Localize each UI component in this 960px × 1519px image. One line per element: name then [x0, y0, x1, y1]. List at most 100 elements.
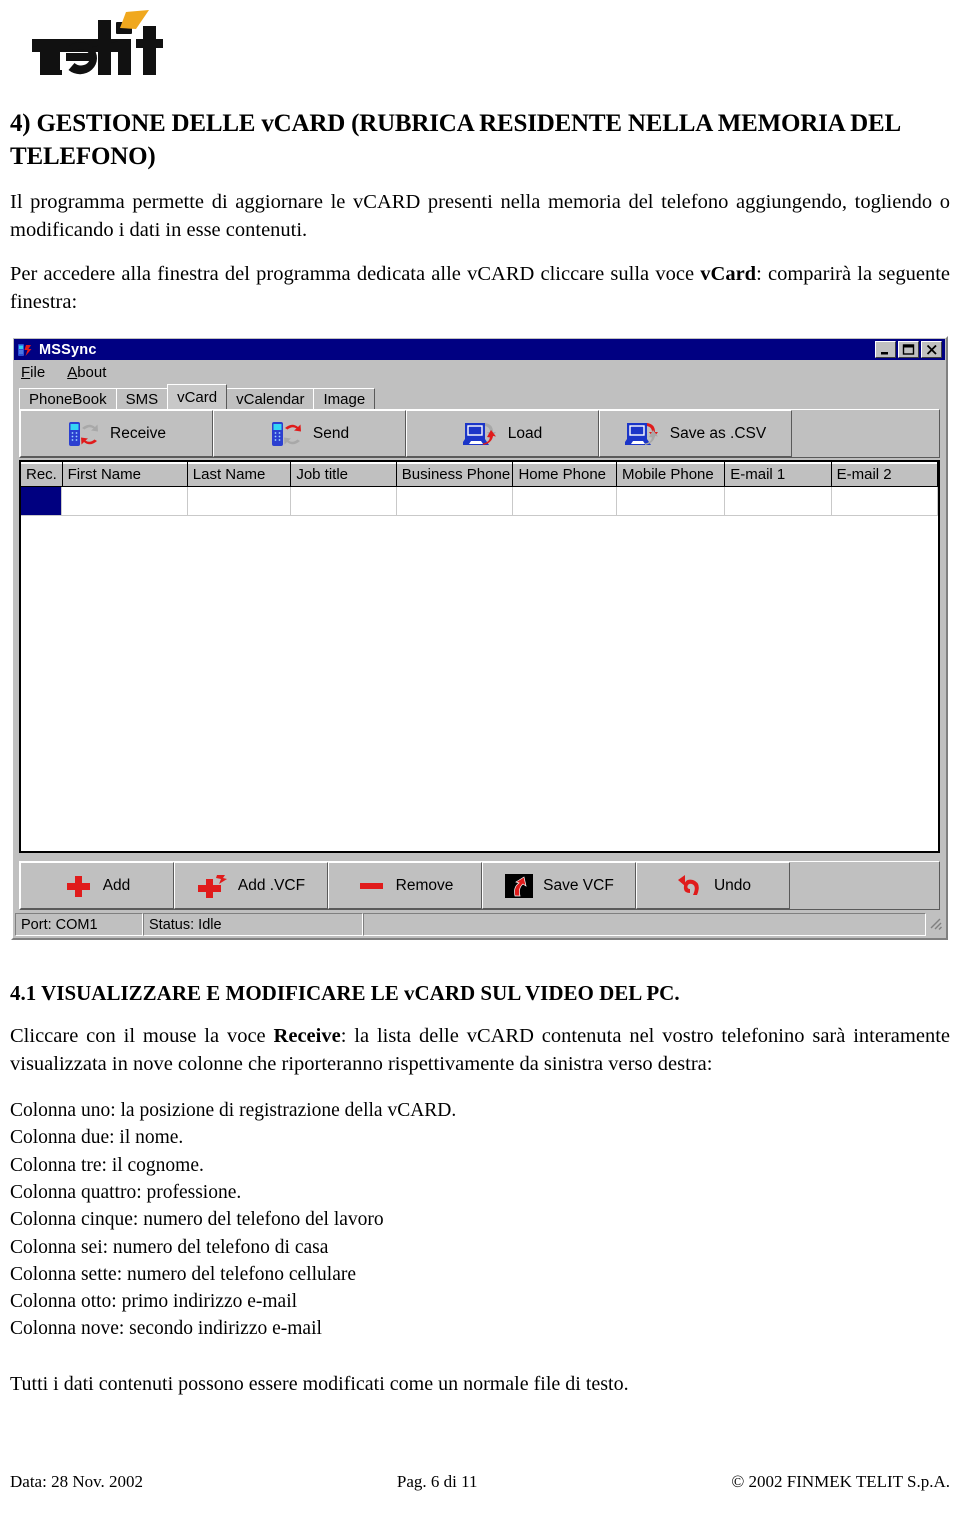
column-header-email-1[interactable]: E-mail 1 — [725, 462, 832, 487]
telit-logo-icon — [32, 10, 163, 75]
grid-cell-mobile-phone[interactable] — [616, 487, 726, 515]
undo-button[interactable]: Undo — [636, 862, 790, 909]
telit-logo — [10, 8, 230, 80]
resize-grip[interactable] — [926, 913, 944, 936]
grid-cell-rec[interactable] — [21, 487, 63, 515]
document-intro: 4) GESTIONE DELLE vCARD (RUBRICA RESIDEN… — [10, 108, 950, 317]
intro-paragraph-1: Il programma permette di aggiornare le v… — [10, 191, 950, 241]
minimize-icon — [881, 352, 888, 355]
menubar: File About — [13, 360, 946, 384]
section-title: 4.1 VISUALIZZARE E MODIFICARE LE vCARD S… — [10, 981, 680, 1005]
tab-sms[interactable]: SMS — [115, 388, 169, 409]
status-state: Status: Idle — [143, 913, 363, 936]
status-port: Port: COM1 — [15, 913, 143, 936]
footer-date: Data: 28 Nov. 2002 — [10, 1472, 143, 1491]
menu-item-about[interactable]: About — [67, 364, 106, 381]
resize-grip-icon — [930, 918, 942, 930]
remove-button[interactable]: Remove — [328, 862, 482, 909]
add-vcf-button-label: Add .VCF — [237, 876, 306, 894]
list-item: Colonna uno: la posizione di registrazio… — [10, 1100, 457, 1122]
list-item: Colonna sette: numero del telefono cellu… — [10, 1263, 357, 1285]
vcard-grid[interactable]: Rec. First Name Last Name Job title Busi… — [19, 460, 940, 853]
page-title: 4) GESTIONE DELLE vCARD (RUBRICA RESIDEN… — [10, 110, 900, 170]
receive-button[interactable]: Receive — [20, 410, 213, 457]
column-header-mobile-phone[interactable]: Mobile Phone — [617, 462, 726, 487]
minimize-button[interactable] — [875, 341, 896, 358]
column-header-job-title[interactable]: Job title — [291, 462, 397, 487]
close-button[interactable] — [921, 341, 942, 358]
grid-cell-job-title[interactable] — [291, 487, 397, 515]
column-header-first-name[interactable]: First Name — [62, 462, 188, 487]
section-text-a: Cliccare con il mouse la voce — [10, 1025, 274, 1048]
section-paragraph: Cliccare con il mouse la voce Receive: l… — [10, 1023, 950, 1079]
toolbar: Receive Send Load Save as .CSV — [19, 409, 940, 458]
list-item: Colonna quattro: professione. — [10, 1181, 242, 1203]
list-item: Colonna nove: secondo indirizzo e-mail — [10, 1318, 322, 1340]
grid-empty-area[interactable] — [21, 516, 938, 846]
save-arrow-icon — [505, 873, 534, 898]
send-button[interactable]: Send — [213, 410, 406, 457]
statusbar: Port: COM1 Status: Idle — [15, 913, 944, 936]
tab-vcard[interactable]: vCard — [167, 384, 228, 409]
tab-vcalendar[interactable]: vCalendar — [226, 388, 315, 409]
column-header-home-phone[interactable]: Home Phone — [513, 462, 618, 487]
action-button-bar: Add Add .VCF Remove Save VCF Undo — [19, 861, 940, 910]
grid-header-row: Rec. First Name Last Name Job title Busi… — [21, 462, 938, 487]
column-header-email-2[interactable]: E-mail 2 — [831, 462, 938, 487]
status-extra — [363, 913, 926, 936]
close-icon — [926, 344, 937, 355]
action-bar-filler — [790, 862, 939, 909]
receive-button-label: Receive — [110, 424, 166, 442]
plus-icon — [66, 875, 90, 897]
list-item: Colonna due: il nome. — [10, 1127, 184, 1149]
menu-about-rest: bout — [77, 363, 107, 381]
closing-paragraph: Tutti i dati contenuti possono essere mo… — [10, 1372, 629, 1395]
tab-phonebook[interactable]: PhoneBook — [19, 388, 117, 409]
intro-2-text-a: Per accedere alla finestra del programma… — [10, 262, 701, 285]
grid-cell-email-1[interactable] — [725, 487, 832, 515]
list-item: Colonna sei: numero del telefono di casa — [10, 1236, 329, 1258]
add-vcf-button[interactable]: Add .VCF — [174, 862, 328, 909]
save-as-csv-button[interactable]: Save as .CSV — [599, 410, 792, 457]
intro-paragraph-2: Per accedere alla finestra del programma… — [10, 261, 950, 317]
table-row[interactable] — [21, 487, 938, 516]
send-button-label: Send — [312, 424, 350, 442]
tab-image[interactable]: Image — [313, 388, 376, 409]
footer-page: Pag. 6 di 11 — [396, 1472, 478, 1491]
document-body: 4.1 VISUALIZZARE E MODIFICARE LE vCARD S… — [10, 980, 950, 1396]
computer-save-icon — [624, 422, 658, 445]
grid-cell-email-2[interactable] — [831, 487, 938, 515]
tab-bar: PhoneBook SMS vCard vCalendar Image — [13, 384, 946, 409]
maximize-icon — [902, 344, 915, 355]
remove-button-label: Remove — [395, 876, 454, 894]
list-item: Colonna otto: primo indirizzo e-mail — [10, 1291, 298, 1313]
save-vcf-button[interactable]: Save VCF — [482, 862, 636, 909]
minus-icon — [359, 882, 383, 889]
load-button[interactable]: Load — [406, 410, 599, 457]
window-controls — [875, 341, 943, 358]
receive-emphasis: Receive — [273, 1025, 341, 1048]
list-item: Colonna tre: il cognome. — [10, 1154, 204, 1176]
column-header-rec[interactable]: Rec. — [21, 462, 63, 487]
list-item: Colonna cinque: numero del telefono del … — [10, 1209, 384, 1231]
menu-file-rest: ile — [30, 363, 46, 381]
undo-icon — [677, 874, 699, 895]
column-header-last-name[interactable]: Last Name — [187, 462, 292, 487]
grid-cell-first-name[interactable] — [62, 487, 188, 515]
menu-item-file[interactable]: File — [21, 364, 45, 381]
save-as-csv-button-label: Save as .CSV — [669, 424, 767, 442]
add-button[interactable]: Add — [20, 862, 174, 909]
maximize-button[interactable] — [898, 341, 919, 358]
phone-receive-icon — [69, 421, 98, 446]
grid-cell-business-phone[interactable] — [396, 487, 514, 515]
phone-send-icon — [271, 421, 301, 446]
column-header-business-phone[interactable]: Business Phone — [396, 462, 514, 487]
toolbar-filler — [792, 410, 939, 457]
mssync-window: MSSync File About PhoneBook SMS vCard vC… — [11, 336, 948, 940]
page-footer: Data: 28 Nov. 2002 Pag. 6 di 11 © 2002 F… — [10, 1472, 950, 1492]
grid-cell-home-phone[interactable] — [513, 487, 617, 515]
footer-copyright: © 2002 FINMEK TELIT S.p.A. — [731, 1472, 950, 1491]
computer-load-icon — [462, 422, 496, 445]
window-titlebar: MSSync — [14, 339, 945, 360]
grid-cell-last-name[interactable] — [187, 487, 292, 515]
